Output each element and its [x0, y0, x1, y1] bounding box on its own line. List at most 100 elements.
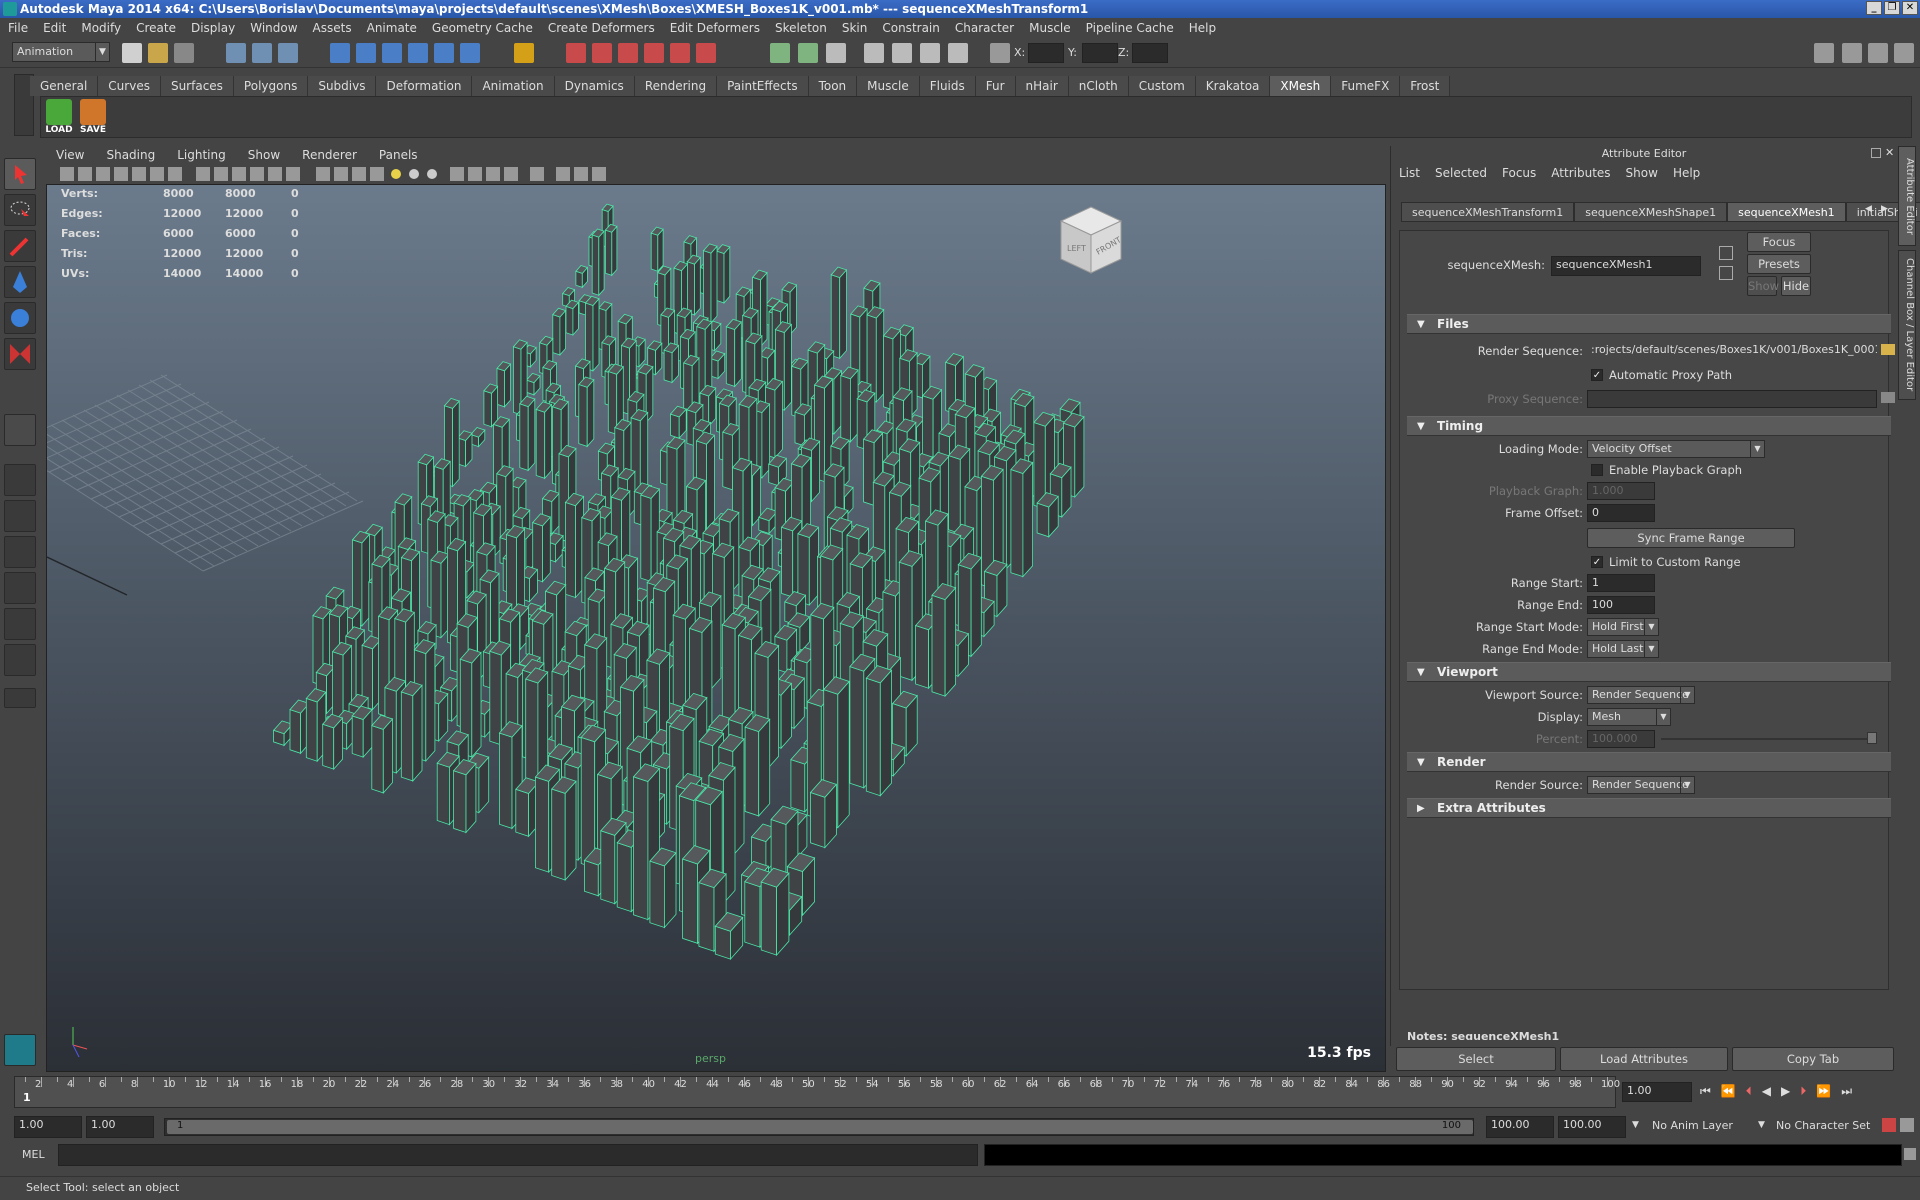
shelf-tab-ncloth[interactable]: nCloth: [1068, 76, 1129, 96]
viewport-section-header[interactable]: ▼ Viewport: [1407, 662, 1891, 682]
menu-pipeline-cache[interactable]: Pipeline Cache: [1086, 21, 1174, 35]
menu-display[interactable]: Display: [191, 21, 235, 35]
load-attributes-button[interactable]: Load Attributes: [1560, 1047, 1728, 1071]
timing-section-header[interactable]: ▼ Timing: [1407, 416, 1891, 436]
go-to-output-icon[interactable]: [1719, 266, 1733, 280]
snap-curve-icon[interactable]: [356, 43, 376, 63]
attribute-editor-toggle-icon[interactable]: [1842, 43, 1862, 63]
play-forward-icon[interactable]: ▶: [1781, 1084, 1790, 1102]
tab-attribute-editor[interactable]: Attribute Editor: [1898, 146, 1916, 246]
menu-muscle[interactable]: Muscle: [1029, 21, 1071, 35]
perspective-viewport[interactable]: Verts: 8000 8000 0 Edges: 12000 12000 0 Faces: 60…: [46, 184, 1386, 1072]
range-end-mode-dropdown[interactable]: Hold Last ▼: [1587, 640, 1659, 658]
four-view-layout-icon[interactable]: [4, 500, 36, 532]
extra-attributes-header[interactable]: ▶ Extra Attributes: [1407, 798, 1891, 818]
menu-skin[interactable]: Skin: [842, 21, 868, 35]
view-cube[interactable]: LEFT FRONT: [1057, 203, 1125, 277]
snap-surface-icon[interactable]: [434, 43, 454, 63]
select-tool-icon[interactable]: [4, 158, 36, 190]
shelf-tab-fumefx[interactable]: FumeFX: [1331, 76, 1401, 96]
last-tool-icon[interactable]: [4, 414, 36, 446]
select-hierarchy-icon[interactable]: [226, 43, 246, 63]
current-frame-field[interactable]: 1.00: [1622, 1082, 1692, 1102]
tab-channel-box[interactable]: Channel Box / Layer Editor: [1898, 250, 1916, 400]
ae-tab-sequencexmesh1[interactable]: sequenceXMesh1: [1727, 202, 1846, 222]
playback-end-field[interactable]: 100.00: [1486, 1116, 1554, 1138]
go-to-input-icon[interactable]: [1719, 246, 1733, 260]
script-editor-icon[interactable]: [1904, 1148, 1916, 1160]
command-input[interactable]: [58, 1144, 978, 1166]
viewport-menu-panels[interactable]: Panels: [379, 148, 418, 162]
new-scene-icon[interactable]: [122, 43, 142, 63]
shelf-tab-subdivs[interactable]: Subdivs: [308, 76, 377, 96]
viewport-menu-renderer[interactable]: Renderer: [302, 148, 357, 162]
shelf-tab-deformation[interactable]: Deformation: [376, 76, 473, 96]
shelf-tab-polygons[interactable]: Polygons: [233, 76, 309, 96]
step-back-frame-icon[interactable]: ⏴: [1746, 1084, 1752, 1102]
single-view-layout-icon[interactable]: [4, 464, 36, 496]
render-source-dropdown[interactable]: Render Sequence ▼: [1587, 776, 1695, 794]
menu-file[interactable]: File: [8, 21, 28, 35]
shelf-tab-frost[interactable]: Frost: [1400, 76, 1451, 96]
proxy-sequence-field[interactable]: [1587, 390, 1877, 408]
ae-menu-focus[interactable]: Focus: [1502, 166, 1536, 180]
menu-constrain[interactable]: Constrain: [882, 21, 940, 35]
shelf-tab-fur[interactable]: Fur: [975, 76, 1016, 96]
paint-select-tool-icon[interactable]: [4, 230, 36, 262]
snap-view-icon[interactable]: [460, 43, 480, 63]
shelf-tab-krakatoa[interactable]: Krakatoa: [1195, 76, 1271, 96]
tab-scroll-right-icon[interactable]: ▶: [1881, 204, 1888, 214]
render-settings-icon[interactable]: [770, 43, 790, 63]
animation-start-field[interactable]: 1.00: [14, 1116, 82, 1138]
select-button[interactable]: Select: [1396, 1047, 1556, 1071]
shelf-tab-nhair[interactable]: nHair: [1015, 76, 1069, 96]
auto-key-icon[interactable]: [1882, 1118, 1896, 1132]
save-scene-icon[interactable]: [174, 43, 194, 63]
ipr-render-icon[interactable]: [696, 43, 716, 63]
lock-icon[interactable]: [514, 43, 534, 63]
scale-tool-icon[interactable]: [4, 338, 36, 370]
menu-modify[interactable]: Modify: [81, 21, 121, 35]
range-slider[interactable]: 1 100: [164, 1118, 1474, 1136]
viewport-menu-view[interactable]: View: [56, 148, 84, 162]
ae-menu-help[interactable]: Help: [1673, 166, 1700, 180]
tab-scroll-left-icon[interactable]: ◀: [1865, 204, 1872, 214]
hypergraph-icon[interactable]: [948, 43, 968, 63]
menu-edit-deformers[interactable]: Edit Deformers: [670, 21, 760, 35]
viewport-menu-show[interactable]: Show: [248, 148, 280, 162]
shelf-tab-curves[interactable]: Curves: [98, 76, 161, 96]
auto-proxy-checkbox[interactable]: ✓: [1591, 369, 1603, 381]
percent-slider-handle[interactable]: [1867, 732, 1877, 744]
sync-frame-range-button[interactable]: Sync Frame Range: [1587, 528, 1795, 548]
close-icon[interactable]: ✕: [1902, 1, 1918, 15]
graph-editor-icon[interactable]: [892, 43, 912, 63]
show-button[interactable]: Show: [1747, 276, 1779, 296]
shelf-tab-toon[interactable]: Toon: [808, 76, 858, 96]
play-backward-icon[interactable]: ◀: [1762, 1084, 1771, 1102]
select-component-icon[interactable]: [278, 43, 298, 63]
snap-point-icon[interactable]: [382, 43, 402, 63]
history-icon[interactable]: [566, 43, 586, 63]
menu-set-dropdown[interactable]: Animation ▼: [12, 42, 110, 62]
xmesh-save-button[interactable]: SAVE: [79, 99, 107, 137]
shelf-tab-dynamics[interactable]: Dynamics: [554, 76, 635, 96]
ae-menu-attributes[interactable]: Attributes: [1551, 166, 1610, 180]
render-current-icon[interactable]: [670, 43, 690, 63]
presets-button[interactable]: Presets: [1747, 254, 1811, 274]
output-ops-icon[interactable]: [618, 43, 638, 63]
construction-icon[interactable]: [644, 43, 664, 63]
ae-tab-sequencexmeshshape1[interactable]: sequenceXMeshShape1: [1574, 202, 1728, 222]
restore-icon[interactable]: ❐: [1884, 1, 1900, 15]
ae-menu-show[interactable]: Show: [1626, 166, 1658, 180]
menu-skeleton[interactable]: Skeleton: [775, 21, 827, 35]
shelf-tab-custom[interactable]: Custom: [1128, 76, 1196, 96]
range-start-field[interactable]: 1: [1587, 574, 1655, 592]
range-slider-bar[interactable]: 1 100: [167, 1120, 1473, 1134]
persp-graph-layout-icon[interactable]: [4, 572, 36, 604]
y-field[interactable]: [1082, 43, 1118, 63]
anim-layer-arrow-icon[interactable]: ▼: [1632, 1120, 1639, 1130]
shelf-tab-painteffects[interactable]: PaintEffects: [717, 76, 809, 96]
minimize-icon[interactable]: _: [1866, 1, 1882, 15]
percent-field[interactable]: 100.000: [1587, 730, 1655, 748]
playback-graph-field[interactable]: 1.000: [1587, 482, 1655, 500]
